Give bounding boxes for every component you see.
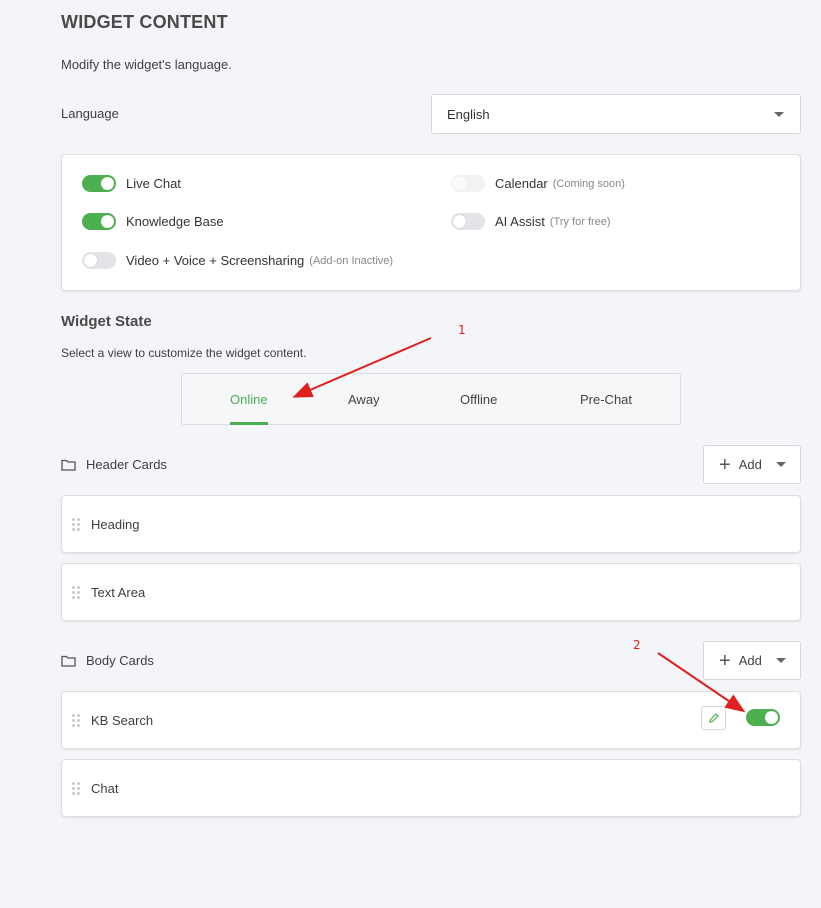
annotation-label-2: 2 <box>633 638 641 652</box>
annotation-arrow-1 <box>292 337 432 398</box>
annotation-label-1: 1 <box>458 323 466 337</box>
annotation-overlay <box>292 337 746 713</box>
annotation-arrow-2 <box>657 652 746 713</box>
